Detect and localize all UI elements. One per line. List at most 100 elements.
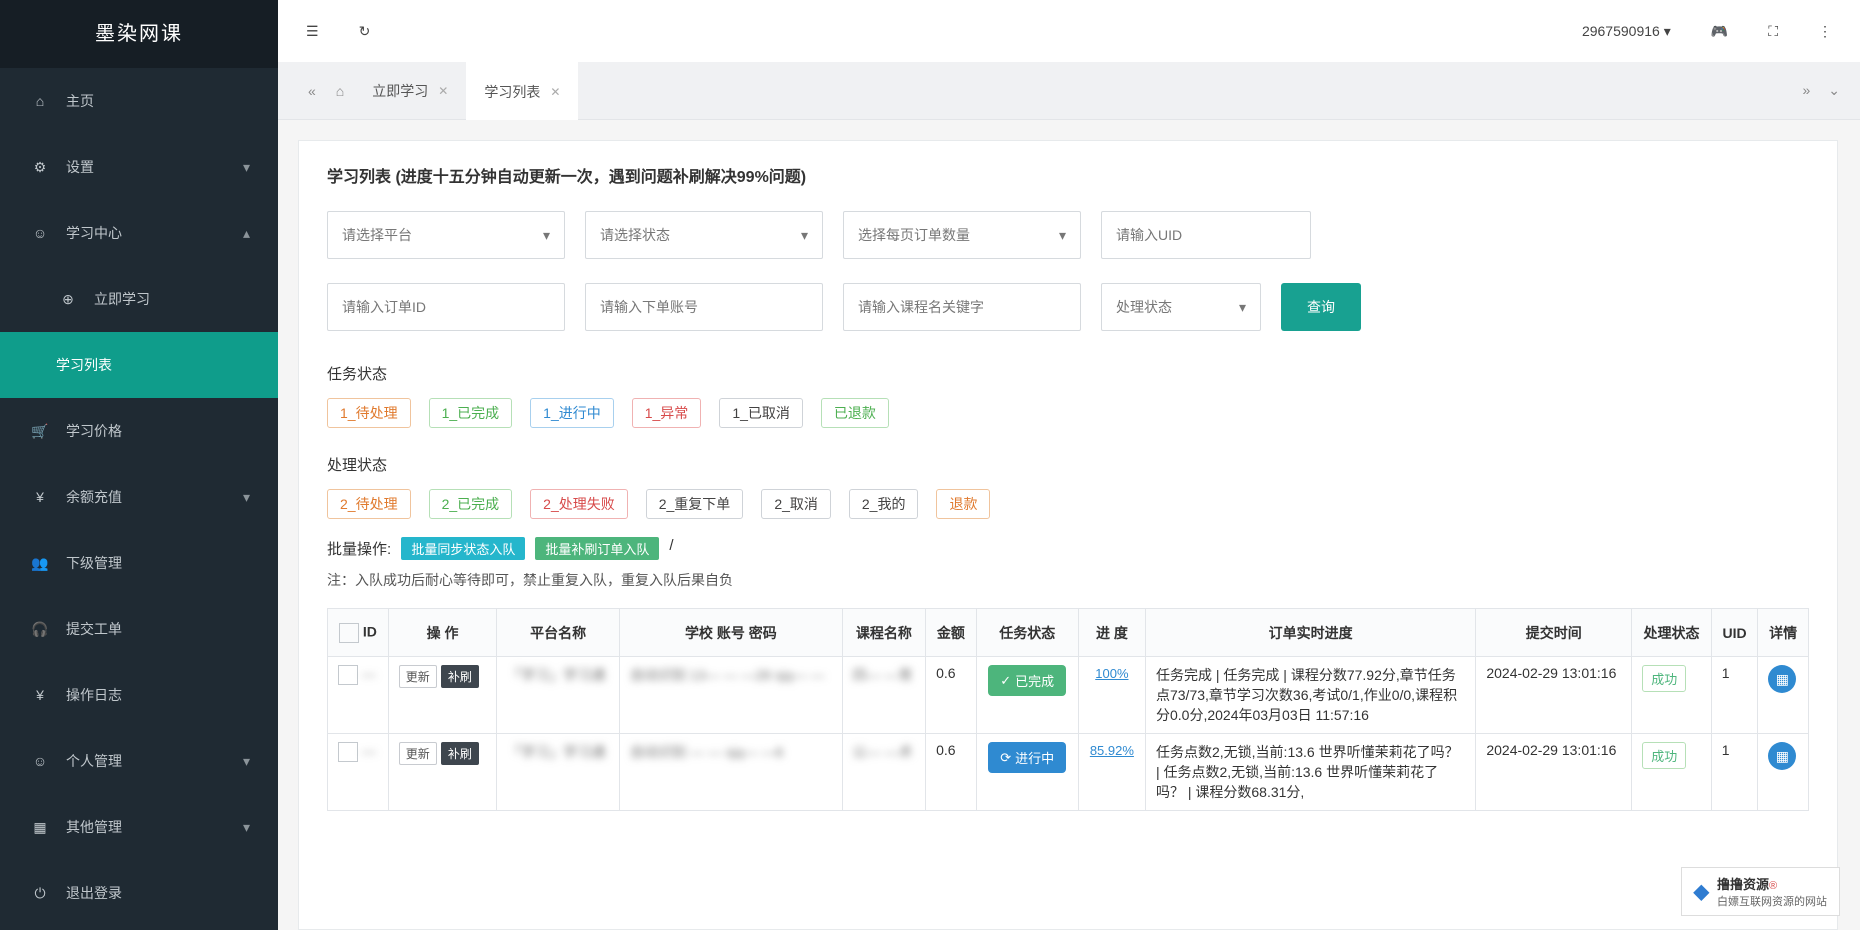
detail-button[interactable]: ▦ <box>1768 665 1796 693</box>
grid-icon: ▦ <box>28 819 52 836</box>
tag-cancelled[interactable]: 1_已取消 <box>719 398 803 428</box>
time-cell: 2024-02-29 13:01:16 <box>1476 657 1632 734</box>
chevron-down-icon: ▾ <box>243 489 250 506</box>
orderid-input[interactable]: 请输入订单ID <box>327 283 565 331</box>
tag-refunded[interactable]: 已退款 <box>821 398 889 428</box>
tag-complete2[interactable]: 2_已完成 <box>429 489 513 519</box>
user-icon: ☺ <box>28 225 52 241</box>
sidebar-item-other[interactable]: ▦ 其他管理 ▾ <box>0 794 278 860</box>
tag-fail[interactable]: 2_处理失败 <box>530 489 628 519</box>
sidebar-item-label: 学习价格 <box>66 421 122 441</box>
sidebar-item-home[interactable]: ⌂ 主页 <box>0 68 278 134</box>
task-status-label: 任务状态 <box>299 347 1837 394</box>
tab-label: 学习列表 <box>484 82 540 102</box>
tag-refund2[interactable]: 退款 <box>936 489 990 519</box>
sidebar-item-recharge[interactable]: ¥ 余额充值 ▾ <box>0 464 278 530</box>
tabbar: « ⌂ 立即学习 ✕ 学习列表 ✕ » ⌄ <box>278 62 1860 120</box>
tag-duplicate[interactable]: 2_重复下单 <box>646 489 744 519</box>
close-icon[interactable]: ✕ <box>438 84 448 98</box>
yen-icon: ¥ <box>28 489 52 505</box>
refresh-button[interactable]: 补刷 <box>441 742 479 765</box>
chevron-down-icon: ▾ <box>243 819 250 836</box>
fullscreen-icon[interactable]: ⛶ <box>1768 23 1778 40</box>
row-checkbox[interactable] <box>338 665 358 685</box>
query-button[interactable]: 查询 <box>1281 283 1361 331</box>
watermark-brand: 撸撸资源 <box>1717 877 1769 892</box>
uid-input[interactable]: 请输入UID <box>1101 211 1311 259</box>
update-button[interactable]: 更新 <box>399 665 437 688</box>
orders-table: ID 操 作 平台名称 学校 账号 密码 课程名称 金额 任务状态 进 度 订单… <box>327 608 1809 811</box>
chevron-down-icon: ▾ <box>243 159 250 176</box>
uid-cell: 1 <box>1711 657 1758 734</box>
sidebar-item-logout[interactable]: ⏻ 退出登录 <box>0 860 278 926</box>
school-cell: 自动识别 — — sjq— —6 <box>630 744 783 760</box>
tag-pending2[interactable]: 2_待处理 <box>327 489 411 519</box>
user-icon: ☺ <box>28 753 52 769</box>
plus-icon: ⊕ <box>56 291 80 308</box>
sidebar-item-settings[interactable]: ⚙ 设置 ▾ <box>0 134 278 200</box>
batch-sync-button[interactable]: 批量同步状态入队 <box>401 537 525 560</box>
row-checkbox[interactable] <box>338 742 358 762</box>
sidebar-item-study-center[interactable]: ☺ 学习中心 ▴ <box>0 200 278 266</box>
home-tab-icon[interactable]: ⌂ <box>326 83 354 99</box>
sidebar-item-ticket[interactable]: 🎧 提交工单 <box>0 596 278 662</box>
amount-cell: 0.6 <box>926 657 977 734</box>
sidebar: 墨染网课 ⌂ 主页 ⚙ 设置 ▾ ☺ 学习中心 ▴ ⊕ 立即学习 学习列表 🛒 … <box>0 0 278 930</box>
watermark-sub: 白嫖互联网资源的网站 <box>1717 896 1827 908</box>
sidebar-item-study-list[interactable]: 学习列表 <box>0 332 278 398</box>
tab-study-now[interactable]: 立即学习 ✕ <box>354 62 466 120</box>
select-status[interactable]: 请选择状态▾ <box>585 211 823 259</box>
batch-label: 批量操作: <box>327 541 391 558</box>
account-input[interactable]: 请输入下单账号 <box>585 283 823 331</box>
more-icon[interactable]: ⋮ <box>1818 23 1832 40</box>
tab-label: 立即学习 <box>372 81 428 101</box>
user-id-dropdown[interactable]: 2967590916 ▾ <box>1582 23 1671 40</box>
sidebar-item-label: 提交工单 <box>66 619 122 639</box>
select-platform[interactable]: 请选择平台▾ <box>327 211 565 259</box>
course-input[interactable]: 请输入课程名关键字 <box>843 283 1081 331</box>
dashboard-icon[interactable]: 🎮 <box>1711 23 1728 40</box>
sidebar-item-label: 退出登录 <box>66 883 122 903</box>
tag-error[interactable]: 1_异常 <box>632 398 702 428</box>
close-icon[interactable]: ✕ <box>550 85 560 99</box>
sidebar-item-study-now[interactable]: ⊕ 立即学习 <box>0 266 278 332</box>
proc-status-label: 处理状态 <box>299 438 1837 485</box>
progress-link[interactable]: 85.92% <box>1090 743 1134 758</box>
tag-cancel2[interactable]: 2_取消 <box>761 489 831 519</box>
tag-complete[interactable]: 1_已完成 <box>429 398 513 428</box>
chevron-down-icon: ▾ <box>1239 299 1246 316</box>
sidebar-item-log[interactable]: ¥ 操作日志 <box>0 662 278 728</box>
tabs-prev-icon[interactable]: « <box>298 83 326 99</box>
task-status-badge: ⟳进行中 <box>988 742 1066 773</box>
tag-pending[interactable]: 1_待处理 <box>327 398 411 428</box>
detail-button[interactable]: ▦ <box>1768 742 1796 770</box>
menu-toggle-icon[interactable]: ☰ <box>306 23 319 40</box>
select-perpage[interactable]: 选择每页订单数量▾ <box>843 211 1081 259</box>
sidebar-item-price[interactable]: 🛒 学习价格 <box>0 398 278 464</box>
page-title: 学习列表 (进度十五分钟自动更新一次，遇到问题补刷解决99%问题) <box>299 147 1837 203</box>
chevron-down-icon: ▾ <box>243 753 250 770</box>
select-all-checkbox[interactable] <box>339 623 359 643</box>
select-proc[interactable]: 处理状态▾ <box>1101 283 1261 331</box>
progress-cell: 任务完成 | 任务完成 | 课程分数77.92分,章节任务点73/73,章节学习… <box>1145 657 1475 734</box>
update-button[interactable]: 更新 <box>399 742 437 765</box>
tag-mine[interactable]: 2_我的 <box>849 489 919 519</box>
tabs-dropdown-icon[interactable]: ⌄ <box>1828 82 1840 99</box>
course-cell: 四— —育 <box>853 667 913 683</box>
refresh-icon[interactable]: ↻ <box>359 23 371 40</box>
headset-icon: 🎧 <box>28 621 52 638</box>
sidebar-item-subordinate[interactable]: 👥 下级管理 <box>0 530 278 596</box>
tab-study-list[interactable]: 学习列表 ✕ <box>466 62 578 120</box>
tag-progress[interactable]: 1_进行中 <box>530 398 614 428</box>
gear-icon: ⚙ <box>28 159 52 176</box>
task-status-badge: ✓已完成 <box>988 665 1066 696</box>
batch-refresh-button[interactable]: 批量补刷订单入队 <box>535 537 659 560</box>
refresh-button[interactable]: 补刷 <box>441 665 479 688</box>
tabs-next-icon[interactable]: » <box>1802 82 1810 99</box>
progress-link[interactable]: 100% <box>1095 666 1128 681</box>
power-icon: ⏻ <box>28 885 52 902</box>
sidebar-item-label: 主页 <box>66 91 94 111</box>
sidebar-item-personal[interactable]: ☺ 个人管理 ▾ <box>0 728 278 794</box>
school-cell: 自动识别 13— — —28 sjq— — <box>630 667 825 683</box>
course-cell: 公— —术 <box>853 744 913 760</box>
